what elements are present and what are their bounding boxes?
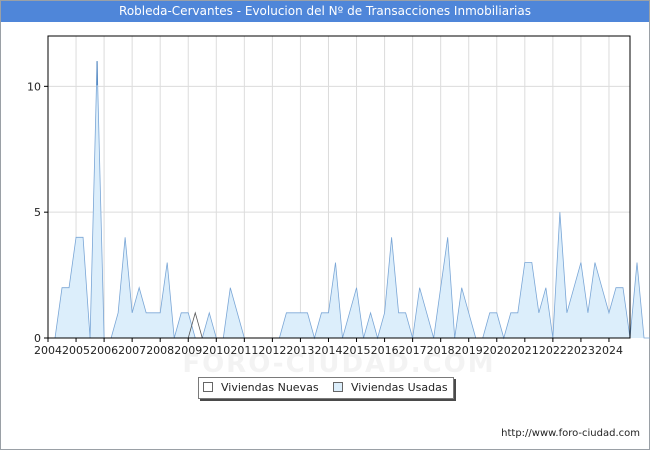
x-tick-label: 2004 (34, 344, 62, 357)
source-url[interactable]: http://www.foro-ciudad.com (501, 428, 640, 439)
x-tick-label: 2017 (399, 344, 427, 357)
x-tick-label: 2013 (286, 344, 314, 357)
x-tick-label: 2005 (62, 344, 90, 357)
x-tick-label: 2015 (343, 344, 371, 357)
x-tick-label: 2021 (511, 344, 539, 357)
x-tick-label: 2010 (202, 344, 230, 357)
legend: Viviendas Nuevas Viviendas Usadas (198, 377, 454, 399)
legend-label-usadas: Viviendas Usadas (351, 381, 448, 394)
y-tick-label: 5 (34, 206, 41, 219)
x-tick-label: 2023 (567, 344, 595, 357)
x-tick-label: 2020 (483, 344, 511, 357)
x-tick-label: 2012 (258, 344, 286, 357)
y-tick-label: 10 (27, 80, 41, 93)
x-tick-label: 2018 (427, 344, 455, 357)
legend-item-nuevas: Viviendas Nuevas (203, 381, 319, 395)
legend-swatch-nuevas (203, 382, 213, 392)
grid-layer (48, 36, 630, 338)
x-tick-label: 2019 (455, 344, 483, 357)
x-tick-label: 2014 (314, 344, 342, 357)
x-tick-label: 2007 (118, 344, 146, 357)
x-tick-label: 2008 (146, 344, 174, 357)
legend-label-nuevas: Viviendas Nuevas (221, 381, 319, 394)
legend-swatch-usadas (333, 382, 343, 392)
legend-item-usadas: Viviendas Usadas (333, 381, 448, 395)
x-tick-label: 2016 (371, 344, 399, 357)
x-tick-label: 2006 (90, 344, 118, 357)
x-tick-label: 2024 (595, 344, 623, 357)
plot-area (48, 36, 630, 338)
x-tick-label: 2022 (539, 344, 567, 357)
x-tick-label: 2009 (174, 344, 202, 357)
x-tick-label: 2011 (230, 344, 258, 357)
